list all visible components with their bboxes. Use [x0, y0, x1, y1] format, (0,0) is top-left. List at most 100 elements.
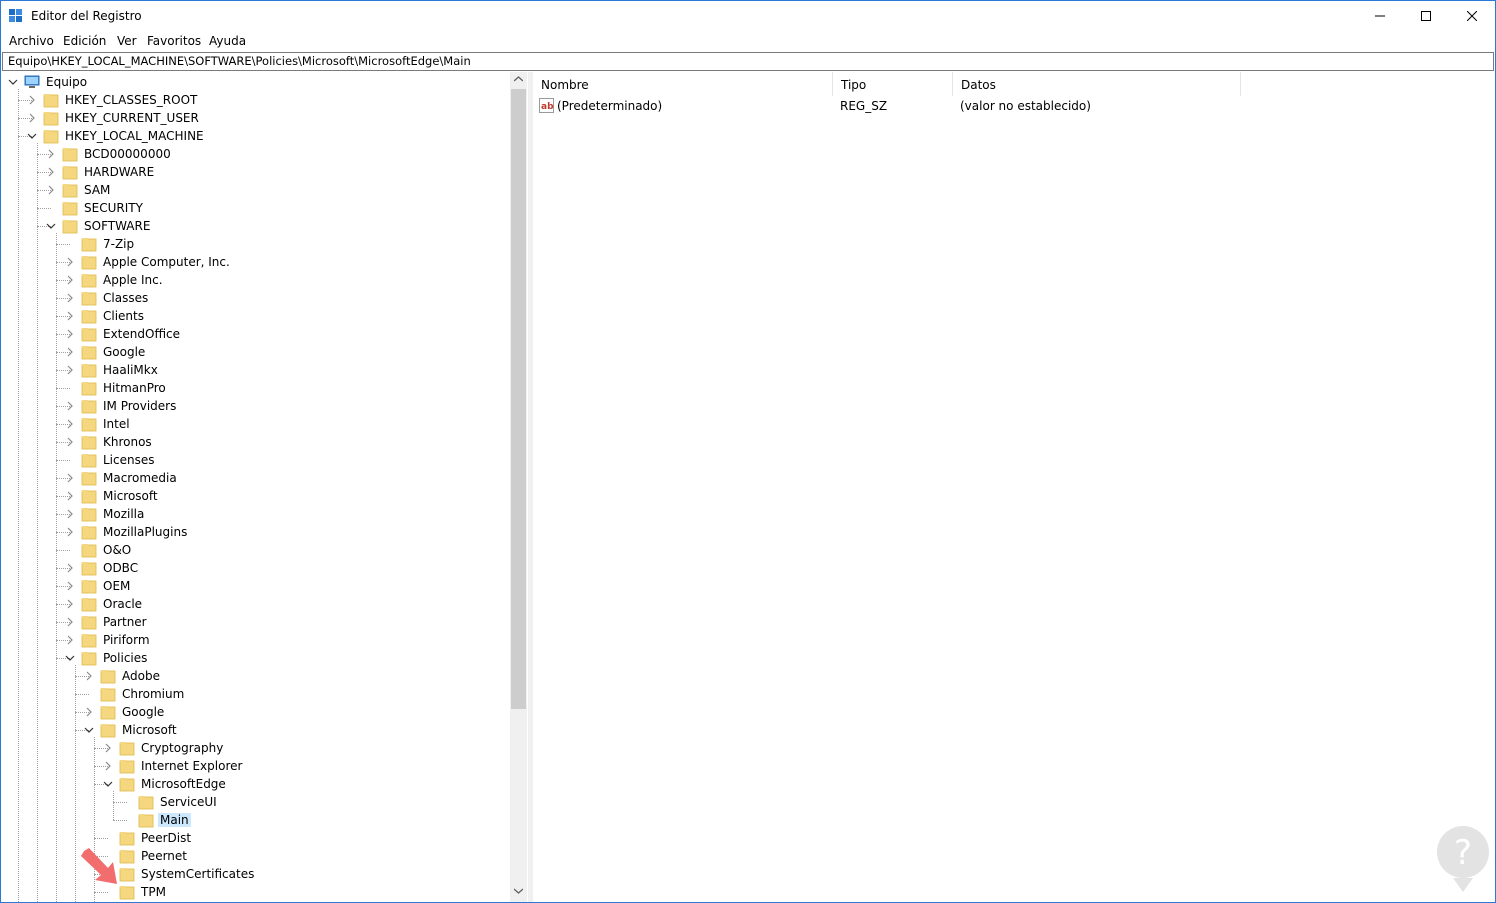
folder-icon	[81, 328, 97, 342]
chevron-right-icon[interactable]	[65, 527, 75, 537]
folder-icon	[81, 652, 97, 666]
close-button[interactable]	[1449, 1, 1495, 31]
folder-icon	[62, 202, 78, 216]
svg-text:ab: ab	[541, 102, 554, 112]
chevron-right-icon[interactable]	[84, 707, 94, 717]
menu-archivo[interactable]: Archivo	[9, 34, 54, 48]
chevron-down-icon[interactable]	[46, 221, 56, 231]
tree-guide-horizontal	[113, 802, 127, 803]
folder-icon	[119, 742, 135, 756]
folder-icon	[138, 814, 154, 828]
tree-node-label: MicrosoftEdge	[141, 777, 226, 791]
string-value-icon: ab	[539, 98, 554, 113]
folder-icon	[81, 364, 97, 378]
tree-node-label: HKEY_CLASSES_ROOT	[65, 93, 198, 107]
chevron-right-icon[interactable]	[65, 437, 75, 447]
chevron-right-icon[interactable]	[65, 491, 75, 501]
value-row[interactable]: ab (Predeterminado) REG_SZ (valor no est…	[533, 96, 1493, 116]
chevron-right-icon[interactable]	[65, 293, 75, 303]
scroll-down-icon[interactable]	[514, 888, 523, 894]
chevron-right-icon[interactable]	[84, 671, 94, 681]
folder-icon	[119, 760, 135, 774]
folder-icon	[119, 832, 135, 846]
folder-icon	[81, 490, 97, 504]
chevron-right-icon[interactable]	[27, 95, 37, 105]
chevron-right-icon[interactable]	[65, 275, 75, 285]
chevron-down-icon[interactable]	[27, 131, 37, 141]
chevron-right-icon[interactable]	[65, 617, 75, 627]
chevron-right-icon[interactable]	[46, 167, 56, 177]
chevron-right-icon[interactable]	[65, 329, 75, 339]
tree-node-label: Internet Explorer	[141, 759, 243, 773]
chevron-right-icon[interactable]	[65, 311, 75, 321]
tree-node-label: Cryptography	[141, 741, 224, 755]
chevron-right-icon[interactable]	[103, 743, 113, 753]
scroll-up-icon[interactable]	[514, 76, 523, 82]
tree-node-label: PeerDist	[141, 831, 192, 845]
folder-icon	[81, 544, 97, 558]
tree-node-label: HKEY_CURRENT_USER	[65, 111, 199, 125]
chevron-right-icon[interactable]	[65, 419, 75, 429]
chevron-right-icon[interactable]	[65, 473, 75, 483]
address-bar[interactable]: Equipo\HKEY_LOCAL_MACHINE\SOFTWARE\Polic…	[2, 52, 1494, 71]
folder-icon	[81, 634, 97, 648]
chevron-right-icon[interactable]	[65, 581, 75, 591]
chevron-right-icon[interactable]	[46, 149, 56, 159]
tree-node-label: Macromedia	[103, 471, 177, 485]
maximize-icon	[1421, 11, 1431, 21]
chevron-right-icon[interactable]	[103, 761, 113, 771]
tree-node-label: Apple Computer, Inc.	[103, 255, 230, 269]
folder-icon	[81, 310, 97, 324]
svg-text:?: ?	[1454, 833, 1472, 873]
menu-favoritos[interactable]: Favoritos	[147, 34, 201, 48]
chevron-right-icon[interactable]	[27, 113, 37, 123]
column-label: Nombre	[541, 78, 589, 92]
tree-node-label: ODBC	[103, 561, 139, 575]
title-bar: Editor del Registro	[1, 1, 1495, 31]
folder-icon	[119, 850, 135, 864]
value-name: (Predeterminado)	[557, 99, 663, 113]
chevron-right-icon[interactable]	[65, 257, 75, 267]
tree-node-label: Equipo	[46, 75, 88, 89]
tree-node-label: Chromium	[122, 687, 185, 701]
tree-guide-vertical	[37, 143, 38, 902]
close-icon	[1467, 11, 1477, 21]
chevron-right-icon[interactable]	[65, 635, 75, 645]
chevron-right-icon[interactable]	[65, 509, 75, 519]
tree-guide-horizontal	[56, 460, 70, 461]
minimize-button[interactable]	[1357, 1, 1403, 31]
folder-icon	[119, 868, 135, 882]
tree-node-label: Google	[122, 705, 165, 719]
chevron-down-icon[interactable]	[103, 779, 113, 789]
column-header-nombre[interactable]: Nombre	[533, 72, 833, 96]
tree-node-label: Google	[103, 345, 146, 359]
key-tree-pane[interactable]: Equipo HKEY_CLASSES_ROOT HKEY_CURRENT_USER…	[1, 72, 528, 902]
chevron-down-icon[interactable]	[84, 725, 94, 735]
maximize-button[interactable]	[1403, 1, 1449, 31]
chevron-right-icon[interactable]	[65, 347, 75, 357]
menu-ayuda[interactable]: Ayuda	[209, 34, 246, 48]
chevron-right-icon[interactable]	[65, 599, 75, 609]
tree-scrollbar[interactable]	[510, 72, 527, 902]
chevron-down-icon[interactable]	[8, 77, 18, 87]
chevron-down-icon[interactable]	[65, 653, 75, 663]
tree-node-label: BCD00000000	[84, 147, 171, 161]
values-list-pane[interactable]: Nombre Tipo Datos ab (Predeterminado) RE…	[533, 72, 1495, 902]
tree-scroll-thumb[interactable]	[511, 89, 526, 709]
tree-node-label: Peernet	[141, 849, 187, 863]
column-header-tipo[interactable]: Tipo	[833, 72, 953, 96]
tree-node-label: Oracle	[103, 597, 143, 611]
menu-ver[interactable]: Ver	[117, 34, 137, 48]
tree-node-label: Partner	[103, 615, 147, 629]
chevron-right-icon[interactable]	[46, 185, 56, 195]
chevron-right-icon[interactable]	[65, 365, 75, 375]
tree-node-label: SAM	[84, 183, 111, 197]
menu-edicion[interactable]: Edición	[63, 34, 106, 48]
column-header-datos[interactable]: Datos	[953, 72, 1241, 96]
chevron-right-icon[interactable]	[65, 563, 75, 573]
window-title: Editor del Registro	[31, 9, 142, 23]
chevron-right-icon[interactable]	[65, 401, 75, 411]
folder-icon	[138, 796, 154, 810]
registry-editor-window: Editor del Registro Archivo Edición Ver …	[0, 0, 1496, 903]
tree-guide-vertical	[113, 791, 114, 820]
